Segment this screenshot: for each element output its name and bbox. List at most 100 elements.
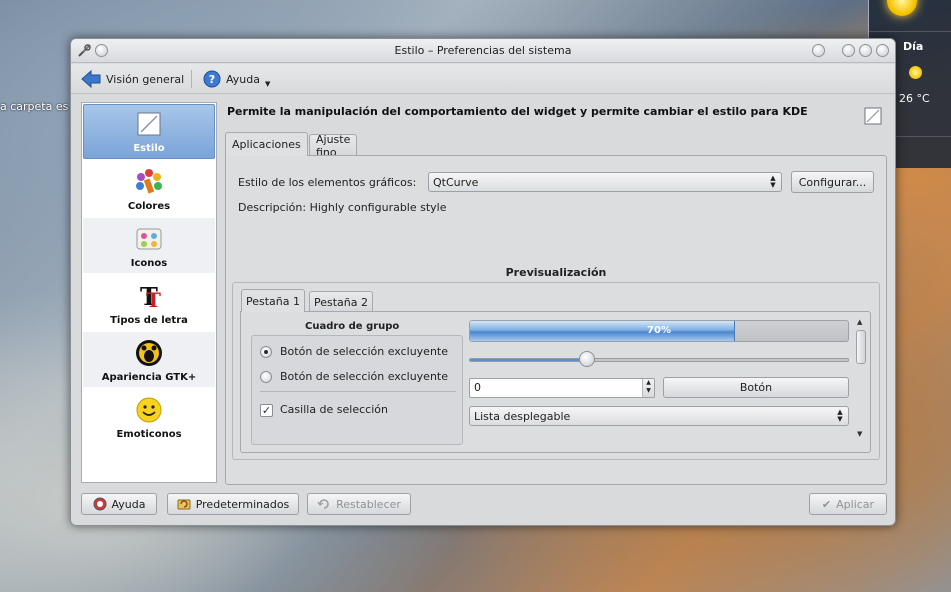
radio-label-2: Botón de selección excluyente (280, 370, 449, 383)
svg-text:?: ? (209, 73, 215, 86)
checkbox-label: Casilla de selección (280, 403, 388, 416)
preview-title: Previsualización (505, 266, 607, 279)
tab-applications[interactable]: Aplicaciones (225, 132, 308, 156)
apply-button-label: Aplicar (836, 497, 875, 511)
help-menu-button[interactable]: ? Ayuda ▼ (203, 69, 270, 89)
defaults-icon (177, 499, 191, 510)
emoticons-icon (134, 395, 164, 425)
applications-panel: Estilo de los elementos gráficos: QtCurv… (225, 155, 887, 485)
back-arrow-icon (81, 70, 101, 88)
apply-button[interactable]: ✔ Aplicar (809, 493, 887, 515)
group-divider (260, 391, 456, 392)
weather-day: Día (903, 40, 924, 53)
preview-push-button[interactable]: Botón (663, 377, 849, 398)
style-description: Descripción: Highly configurable style (238, 201, 447, 214)
tab-fine-tuning[interactable]: Ajuste fino (309, 133, 358, 159)
sidebar-item-icons[interactable]: Iconos (83, 218, 215, 273)
maximize-button[interactable] (859, 44, 872, 57)
shade-button[interactable] (812, 44, 825, 57)
svg-text:T: T (146, 288, 161, 311)
sidebar-item-fonts[interactable]: T T Tipos de letra (83, 275, 215, 330)
sidebar-item-gtk[interactable]: Apariencia GTK+ (83, 332, 215, 387)
colors-icon (134, 167, 164, 197)
scrollbar-thumb[interactable] (856, 330, 866, 364)
help-label: Ayuda (226, 72, 260, 86)
tab-label: Pestaña 2 (314, 295, 369, 309)
sidebar-item-style[interactable]: Estilo (83, 104, 215, 159)
defaults-button[interactable]: Predeterminados (167, 493, 299, 515)
module-description: Permite la manipulación del comportamien… (227, 105, 808, 118)
system-settings-window: Estilo – Preferencias del sistema Visión… (70, 38, 896, 526)
gtk-icon (134, 338, 164, 368)
configure-button[interactable]: Configurar... (791, 171, 874, 193)
overview-label: Visión general (106, 72, 185, 86)
group-box: Botón de selección excluyente Botón de s… (251, 335, 463, 445)
window-title: Estilo – Preferencias del sistema (394, 44, 572, 57)
updown-arrows-icon: ▲ ▼ (837, 408, 843, 423)
scroll-up-icon[interactable]: ▲ (857, 318, 862, 326)
weather-temperature: 26 °C (899, 92, 930, 105)
desktop-folder-label: a carpeta es (0, 100, 69, 113)
sun-small-icon (909, 66, 922, 79)
button-label: Botón (739, 381, 773, 394)
sidebar-item-label: Apariencia GTK+ (101, 372, 197, 383)
weather-header (869, 0, 951, 32)
preview-dropdown[interactable]: Lista desplegable ▲ ▼ (469, 406, 849, 426)
spin-box[interactable]: 0 ▲ ▼ (469, 378, 655, 398)
help-button[interactable]: Ayuda (81, 493, 157, 515)
spin-arrows-icon[interactable]: ▲ ▼ (642, 379, 654, 397)
checkmark-icon: ✔ (821, 497, 832, 511)
icons-icon (134, 224, 164, 254)
sun-icon (887, 0, 917, 16)
radio-button-1[interactable] (260, 346, 272, 358)
sidebar-item-label: Colores (127, 201, 171, 212)
slider-fill (470, 359, 588, 361)
fonts-icon: T T (134, 281, 164, 311)
preview-scrollbar[interactable]: ▲ ▼ (855, 318, 867, 440)
tab-label: Pestaña 1 (246, 294, 301, 308)
preview-tab-2[interactable]: Pestaña 2 (309, 291, 374, 312)
group-box-title: Cuadro de grupo (305, 321, 400, 332)
title-bar[interactable]: Estilo – Preferencias del sistema (71, 39, 895, 63)
preview-tab-panel: Cuadro de grupo Botón de selección exclu… (240, 311, 871, 453)
widget-style-value: QtCurve (433, 175, 479, 189)
dropdown-value: Lista desplegable (474, 409, 571, 423)
minimize-button[interactable] (842, 44, 855, 57)
close-button[interactable] (876, 44, 889, 57)
reset-icon (317, 499, 329, 509)
sidebar-item-label: Tipos de letra (110, 315, 188, 326)
spin-value: 0 (474, 381, 481, 394)
slider-track[interactable] (469, 358, 849, 362)
help-button-label: Ayuda (111, 497, 146, 511)
help-icon: ? (203, 70, 221, 88)
configure-label: Configurar... (798, 175, 867, 189)
radio-button-2[interactable] (260, 371, 272, 383)
widget-style-select[interactable]: QtCurve ▲ ▼ (428, 172, 782, 192)
style-icon (134, 109, 164, 139)
help-lifebuoy-icon (93, 497, 106, 511)
radio-label-1: Botón de selección excluyente (280, 345, 449, 358)
preview-frame: Pestaña 1 Pestaña 2 Cuadro de grupo Botó… (232, 282, 880, 460)
sidebar-item-label: Iconos (130, 258, 168, 269)
scroll-down-icon[interactable]: ▼ (857, 430, 862, 438)
sidebar-item-emoticons[interactable]: Emoticonos (83, 389, 215, 444)
sidebar-item-label: Estilo (133, 143, 165, 154)
category-sidebar: Estilo Colores Iconos T T Tipos de letra… (81, 102, 217, 483)
preview-tab-1[interactable]: Pestaña 1 (241, 289, 306, 312)
sidebar-item-colors[interactable]: Colores (83, 161, 215, 216)
checkbox[interactable]: ✓ (260, 404, 273, 417)
toolbar-separator (191, 70, 192, 88)
sidebar-item-label: Emoticonos (116, 429, 182, 440)
overview-button[interactable]: Visión general (81, 69, 184, 89)
reset-button[interactable]: Restablecer (307, 493, 411, 515)
style-small-icon (864, 107, 882, 125)
footer-buttons: Ayuda Predeterminados Restablecer ✔ Apli… (71, 491, 895, 521)
reset-button-label: Restablecer (336, 497, 401, 511)
chevron-down-icon: ▼ (264, 80, 271, 88)
tab-label: Aplicaciones (232, 138, 301, 151)
updown-arrows-icon: ▲ ▼ (770, 174, 776, 189)
slider-handle[interactable] (578, 351, 595, 367)
progress-text: 70% (647, 325, 671, 336)
toolbar: Visión general ? Ayuda ▼ (71, 64, 895, 94)
defaults-button-label: Predeterminados (195, 497, 290, 511)
